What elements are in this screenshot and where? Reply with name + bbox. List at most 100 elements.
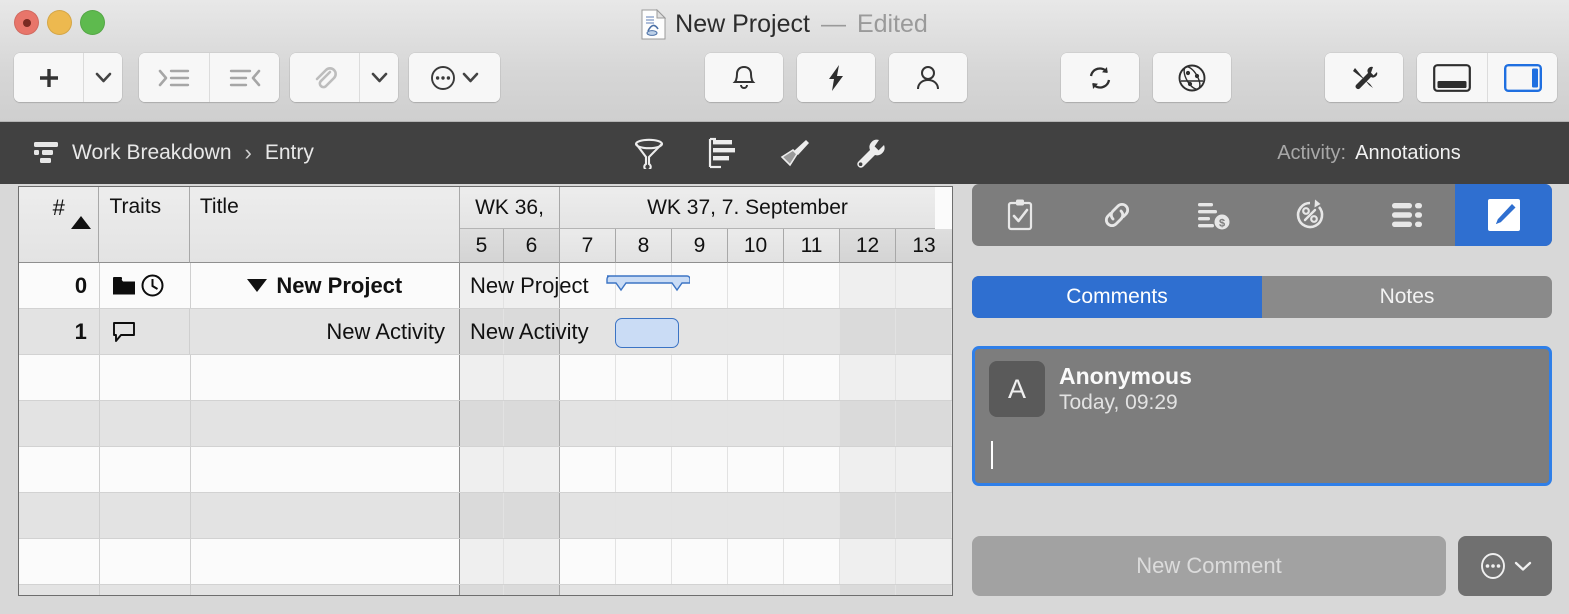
gantt-task-bar[interactable] xyxy=(615,318,679,348)
activity-label: Activity: xyxy=(1277,141,1347,164)
row-number xyxy=(19,585,101,595)
breadcrumb-root[interactable]: Work Breakdown xyxy=(72,141,232,165)
sync-button[interactable] xyxy=(1061,53,1139,102)
list-tab[interactable] xyxy=(1359,184,1456,246)
calendar-day-7[interactable]: 12 xyxy=(840,229,896,263)
tab-notes[interactable]: Notes xyxy=(1262,276,1552,318)
table-row[interactable]: 1 New Activity New Activity xyxy=(19,309,952,355)
tools-button[interactable] xyxy=(1325,53,1403,102)
row-gantt xyxy=(460,493,952,538)
column-header-number[interactable]: # xyxy=(19,187,100,263)
paintbrush-icon[interactable] xyxy=(778,137,812,169)
resources-button[interactable] xyxy=(889,53,967,102)
toolbar-resources-group xyxy=(889,53,967,102)
calendar-day-label: 13 xyxy=(912,233,936,257)
filter-icon[interactable] xyxy=(632,137,666,169)
comment-bubble-icon xyxy=(112,320,136,344)
row-traits xyxy=(100,401,191,446)
row-number: 1 xyxy=(19,309,100,354)
table-row-empty[interactable] xyxy=(19,447,952,493)
calendar-day-1[interactable]: 6 xyxy=(504,229,560,263)
table-row-empty[interactable] xyxy=(19,493,952,539)
gantt-cell xyxy=(728,263,784,308)
table-row[interactable]: 0 New Project New Project xyxy=(19,263,952,309)
chevron-down-icon xyxy=(371,72,388,83)
gantt-cell xyxy=(840,263,896,308)
calendar-week-1: WK 37, 7. September xyxy=(560,187,935,229)
calendar-day-5[interactable]: 10 xyxy=(728,229,784,263)
title-dash: — xyxy=(820,9,846,38)
column-header-title[interactable]: Title xyxy=(189,187,460,263)
column-header-title-label: Title xyxy=(199,195,239,218)
add-button[interactable] xyxy=(14,53,83,102)
calendar-day-4[interactable]: 9 xyxy=(672,229,728,263)
breadcrumb-leaf[interactable]: Entry xyxy=(265,141,314,165)
tab-comments[interactable]: Comments xyxy=(972,276,1262,318)
paperclip-icon xyxy=(312,65,338,91)
table-row-empty[interactable] xyxy=(19,355,952,401)
calendar-day-3[interactable]: 8 xyxy=(616,229,672,263)
column-header-traits[interactable]: Traits xyxy=(99,187,190,263)
row-title: New Activity xyxy=(190,309,460,354)
actions-button[interactable] xyxy=(797,53,875,102)
wrench-icon[interactable] xyxy=(851,137,885,169)
links-tab[interactable] xyxy=(1069,184,1166,246)
alerts-button[interactable] xyxy=(705,53,783,102)
toolbar xyxy=(0,53,1569,106)
tasks-tab[interactable] xyxy=(972,184,1069,246)
table-header: # Traits Title WK 36, WK 37, 7. Septembe… xyxy=(19,187,952,263)
row-title xyxy=(190,355,460,400)
inspector-footer: New Comment xyxy=(972,536,1552,596)
row-title xyxy=(190,539,460,584)
calendar-day-label: 5 xyxy=(475,233,488,257)
table-row-empty[interactable] xyxy=(19,585,952,595)
gantt-cell xyxy=(784,309,840,354)
right-panel-button[interactable] xyxy=(1487,53,1557,102)
calendar-day-6[interactable]: 11 xyxy=(784,229,840,263)
avatar: A xyxy=(989,361,1045,417)
attachment-button[interactable] xyxy=(290,53,359,102)
table-row-empty[interactable] xyxy=(19,401,952,447)
row-traits xyxy=(100,447,191,492)
calendar-day-label: 10 xyxy=(743,233,768,257)
breadcrumb: Work Breakdown › Entry xyxy=(32,122,314,184)
row-gantt xyxy=(460,539,952,584)
gantt-summary-bar[interactable] xyxy=(604,275,691,299)
title-text: New Project xyxy=(675,9,810,38)
annotations-tab[interactable] xyxy=(1455,184,1552,246)
bottom-panel-button[interactable] xyxy=(1417,53,1487,102)
more-button[interactable] xyxy=(409,53,500,102)
row-title xyxy=(190,493,460,538)
calendar-week-label: WK 36, xyxy=(475,195,544,219)
document-title: New Project — Edited xyxy=(0,6,1569,42)
network-button[interactable] xyxy=(1153,53,1231,102)
attachment-options-button[interactable] xyxy=(359,53,398,102)
calendar-day-label: 7 xyxy=(581,233,594,257)
row-title xyxy=(190,401,460,446)
row-gantt xyxy=(460,585,952,595)
row-title: New Project xyxy=(190,263,460,308)
indent-button[interactable] xyxy=(139,53,209,102)
table-row-empty[interactable] xyxy=(19,539,952,585)
work-breakdown-table: # Traits Title WK 36, WK 37, 7. Septembe… xyxy=(18,186,953,596)
new-comment-button[interactable]: New Comment xyxy=(972,536,1446,596)
calendar-day-2[interactable]: 7 xyxy=(560,229,616,263)
disclosure-triangle-icon[interactable] xyxy=(247,279,268,292)
progress-tab[interactable] xyxy=(1262,184,1359,246)
comment-more-button[interactable] xyxy=(1458,536,1552,596)
add-options-button[interactable] xyxy=(83,53,122,102)
list-bars-icon xyxy=(1390,200,1424,230)
bell-icon xyxy=(731,64,757,92)
row-title xyxy=(190,585,460,595)
calendar-day-8[interactable]: 13 xyxy=(896,229,952,263)
globe-network-icon xyxy=(1177,63,1207,93)
outline-icon[interactable] xyxy=(705,137,739,169)
calendar-day-0[interactable]: 5 xyxy=(460,229,504,263)
comment-editor[interactable]: A Anonymous Today, 09:29 xyxy=(972,346,1552,486)
bottom-panel-icon xyxy=(1433,63,1471,92)
toolbar-add-group xyxy=(14,53,122,102)
calendar-day-label: 6 xyxy=(525,233,538,257)
outdent-button[interactable] xyxy=(209,53,279,102)
costs-tab[interactable]: $ xyxy=(1165,184,1262,246)
toolbar-network-group xyxy=(1153,53,1231,102)
